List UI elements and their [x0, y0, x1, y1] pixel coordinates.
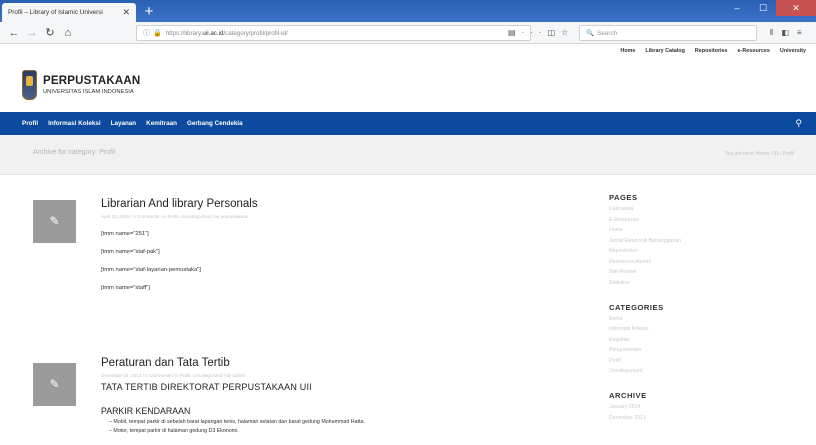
breadcrumb[interactable]: You are here: Home / ID / Profil — [725, 151, 794, 157]
page-link[interactable]: E-Resources — [609, 217, 749, 223]
pages-widget-title: PAGES — [609, 193, 638, 202]
url-host: uii.ac.id — [202, 29, 224, 37]
sidebar-icon[interactable]: ◧ — [781, 28, 797, 37]
category-link[interactable]: Profil — [609, 358, 749, 364]
category-link[interactable]: Uncategorized — [609, 368, 749, 374]
top-menu-eresources[interactable]: e-Resources — [738, 48, 770, 54]
page-link[interactable]: Cakrawala — [609, 206, 749, 212]
home-icon[interactable]: ⌂ — [60, 25, 76, 41]
info-icon[interactable]: ⓘ — [143, 28, 150, 38]
search-placeholder: Search — [596, 29, 618, 37]
page-link[interactable]: Resources Alumni — [609, 259, 749, 265]
pocket-icon[interactable]: ◫ — [548, 28, 562, 37]
post-heading: TATA TERTIB DIREKTORAT PERPUSTAKAAN UII — [101, 382, 312, 392]
web-page: Home Library Catalog Repositories e-Reso… — [0, 44, 816, 445]
back-icon[interactable]: ← — [6, 25, 22, 41]
menu-icon[interactable]: ≡ — [797, 28, 810, 37]
nav-kemitraan[interactable]: Kemitraan — [146, 120, 177, 127]
post-meta: December 16, 2013 / 0 Comments / in Prof… — [101, 373, 246, 378]
pencil-icon[interactable]: ✎ — [33, 363, 76, 406]
browser-toolbar: ← → ↻ ⌂ ⓘ 🔒 https://library. uii.ac.id/ca… — [0, 22, 816, 44]
brand-subtitle: UNIVERSITAS ISLAM INDONESIA — [43, 89, 134, 95]
library-icon[interactable]: ⫴ — [770, 28, 781, 37]
browser-tab[interactable]: Profil – Library of Islamic Universi ✕ — [2, 3, 136, 22]
page-link[interactable]: Home — [609, 227, 749, 233]
post-line: [tmm name="staf-layanan-pemustaka"] — [101, 267, 201, 273]
url-prefix: https://library. — [165, 29, 203, 37]
top-menu-catalog[interactable]: Library Catalog — [645, 48, 685, 54]
window-controls: – ☐ ✕ — [724, 0, 816, 16]
url-path: /category/profil/profil-id/ — [223, 29, 288, 37]
site-logo[interactable]: PERPUSTAKAAN UNIVERSITAS ISLAM INDONESIA — [22, 70, 140, 100]
post-title[interactable]: Peraturan dan Tata Tertib — [101, 357, 521, 369]
post-line: [tmm name="251"] — [101, 231, 149, 237]
list-item-text: Mobil, tempat parkir di sebelah barat la… — [113, 419, 365, 425]
page-link[interactable]: Site Review — [609, 269, 749, 275]
archive-widget-title: ARCHIVE — [609, 391, 647, 400]
close-tab-icon[interactable]: ✕ — [122, 7, 130, 18]
pencil-icon[interactable]: ✎ — [33, 200, 76, 243]
bookmark-star-icon[interactable]: ☆ — [561, 28, 574, 37]
lock-icon: 🔒 — [153, 30, 162, 37]
category-link[interactable]: Informasi Koleksi — [609, 326, 749, 332]
toolbar-right: ⫴◧≡ — [770, 25, 810, 41]
archive-title: Archive for category: Profil — [33, 149, 116, 156]
site-search-icon[interactable]: ⚲ — [795, 118, 802, 129]
list-item: – Motor, tempat parkir di halaman gedung… — [109, 428, 239, 434]
search-bar[interactable]: 🔍 Search — [579, 25, 757, 41]
forward-icon[interactable]: → — [24, 25, 40, 41]
post-meta: April 10, 2015 / 0 Comments / in Profil,… — [101, 214, 249, 219]
reload-icon[interactable]: ↻ — [42, 25, 58, 41]
post-line: [tmm name="staf-pak"] — [101, 249, 160, 255]
post-title[interactable]: Librarian And library Personals — [101, 198, 521, 210]
reader-view-icon[interactable]: ▤ — [508, 28, 522, 37]
top-menu: Home Library Catalog Repositories e-Reso… — [620, 48, 806, 54]
page-link[interactable]: Jurnal Elektronik Berlangganan — [609, 238, 749, 244]
nav-gerbang-cendekia[interactable]: Gerbang Cendekia — [187, 120, 243, 127]
page-actions: ▤···◫☆ — [508, 25, 574, 41]
list-item-text: Motor, tempat parkir di halaman gedung D… — [113, 428, 239, 434]
categories-list: Berita Informasi Koleksi Kegiatan Pengum… — [609, 316, 749, 375]
new-tab-button[interactable]: + — [141, 4, 157, 20]
post-line: [tmm name="staff"] — [101, 285, 150, 291]
page-actions-icon[interactable]: ··· — [522, 28, 548, 37]
list-item: – Mobil, tempat parkir di sebelah barat … — [109, 419, 365, 425]
page-link[interactable]: Statistics — [609, 280, 749, 286]
archive-list: January 2014 December 2013 — [609, 404, 749, 421]
pages-list: Cakrawala E-Resources Home Jurnal Elektr… — [609, 206, 749, 286]
university-seal-icon — [22, 70, 37, 100]
tab-title: Profil – Library of Islamic Universi — [8, 9, 103, 16]
main-navigation: Profil Informasi Koleksi Layanan Kemitra… — [0, 112, 816, 135]
address-bar[interactable]: ⓘ 🔒 https://library. uii.ac.id/category/p… — [136, 25, 531, 41]
window-close-icon[interactable]: ✕ — [776, 0, 816, 16]
archive-link[interactable]: December 2013 — [609, 415, 749, 421]
categories-widget-title: CATEGORIES — [609, 302, 664, 312]
category-link[interactable]: Kegiatan — [609, 337, 749, 343]
minimize-icon[interactable]: – — [724, 0, 750, 16]
nav-profil[interactable]: Profil — [22, 120, 38, 127]
nav-informasi-koleksi[interactable]: Informasi Koleksi — [48, 120, 101, 127]
sidebar: PAGES Cakrawala E-Resources Home Jurnal … — [609, 193, 749, 425]
top-menu-home[interactable]: Home — [620, 48, 635, 54]
category-link[interactable]: Berita — [609, 316, 749, 322]
nav-layanan[interactable]: Layanan — [111, 120, 137, 127]
search-icon: 🔍 — [586, 30, 594, 37]
post-subheading: PARKIR KENDARAAN — [101, 406, 191, 416]
archive-link[interactable]: January 2014 — [609, 404, 749, 410]
maximize-icon[interactable]: ☐ — [750, 0, 776, 16]
top-menu-repositories[interactable]: Repositories — [695, 48, 728, 54]
category-link[interactable]: Pengumuman — [609, 347, 749, 353]
browser-tab-bar: Profil – Library of Islamic Universi ✕ +… — [0, 0, 816, 22]
archive-header: Archive for category: Profil You are her… — [0, 135, 816, 175]
top-menu-university[interactable]: University — [780, 48, 806, 54]
page-link[interactable]: Repositories — [609, 248, 749, 254]
brand-name: PERPUSTAKAAN — [43, 75, 141, 87]
